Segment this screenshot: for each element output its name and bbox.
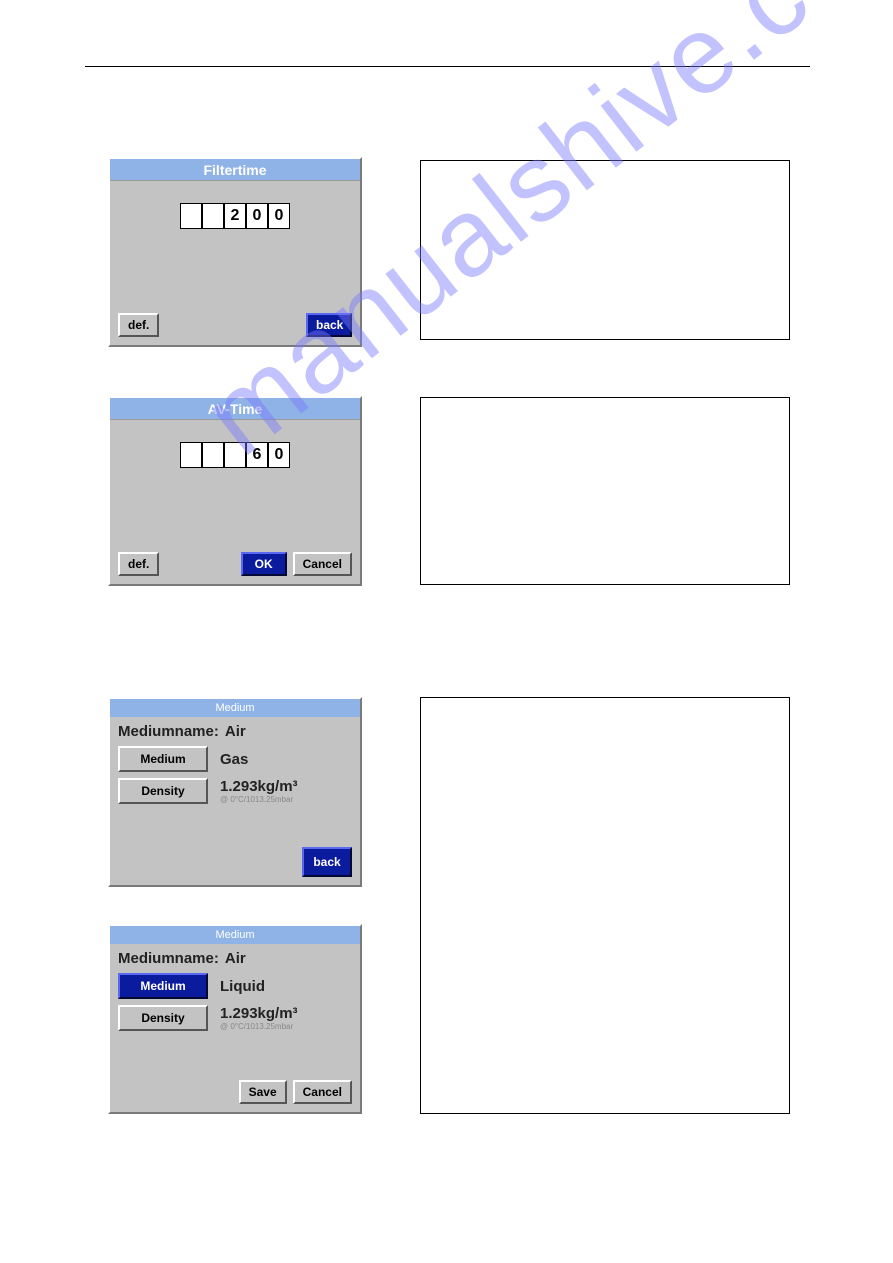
density-button[interactable]: Density [118, 1005, 208, 1031]
avtime-title: AV-Time [110, 398, 360, 420]
def-button[interactable]: def. [118, 552, 159, 576]
digit-cell[interactable]: 0 [268, 203, 290, 229]
back-button[interactable]: back [302, 847, 352, 877]
density-value: 1.293kg/m³ [220, 778, 298, 795]
avtime-dialog: AV-Time 6 0 def. OK Cancel [108, 396, 362, 586]
medium-desc-box [420, 697, 790, 1114]
avtime-desc-box [420, 397, 790, 585]
medium-value: Liquid [220, 978, 265, 995]
digit-cell[interactable]: 0 [268, 442, 290, 468]
back-button[interactable]: back [306, 313, 352, 337]
filtertime-digits: 2 0 0 [110, 181, 360, 229]
digit-cell[interactable]: 6 [246, 442, 268, 468]
digit-cell[interactable] [202, 442, 224, 468]
mediumname-value: Air [225, 723, 246, 740]
density-subtext: @ 0°C/1013.25mbar [220, 795, 298, 804]
digit-cell[interactable] [180, 442, 202, 468]
avtime-digits: 6 0 [110, 420, 360, 468]
medium1-dialog: Medium Mediumname: Air Medium Gas Densit… [108, 697, 362, 887]
mediumname-label: Mediumname: [118, 950, 219, 967]
mediumname-label: Mediumname: [118, 723, 219, 740]
cancel-button[interactable]: Cancel [293, 552, 352, 576]
save-button[interactable]: Save [239, 1080, 287, 1104]
medium-value: Gas [220, 751, 248, 768]
ok-button[interactable]: OK [241, 552, 287, 576]
medium1-title: Medium [110, 699, 360, 717]
cancel-button[interactable]: Cancel [293, 1080, 352, 1104]
filtertime-dialog: Filtertime 2 0 0 def. back [108, 157, 362, 347]
filtertime-title: Filtertime [110, 159, 360, 181]
page-rule [85, 66, 810, 67]
digit-cell[interactable]: 2 [224, 203, 246, 229]
density-value: 1.293kg/m³ [220, 1005, 298, 1022]
digit-cell[interactable] [202, 203, 224, 229]
digit-cell[interactable] [180, 203, 202, 229]
mediumname-value: Air [225, 950, 246, 967]
digit-cell[interactable]: 0 [246, 203, 268, 229]
filtertime-desc-box [420, 160, 790, 340]
density-subtext: @ 0°C/1013.25mbar [220, 1022, 298, 1031]
density-button[interactable]: Density [118, 778, 208, 804]
medium-button[interactable]: Medium [118, 973, 208, 999]
medium2-dialog: Medium Mediumname: Air Medium Liquid Den… [108, 924, 362, 1114]
def-button[interactable]: def. [118, 313, 159, 337]
medium-button[interactable]: Medium [118, 746, 208, 772]
digit-cell[interactable] [224, 442, 246, 468]
medium2-title: Medium [110, 926, 360, 944]
